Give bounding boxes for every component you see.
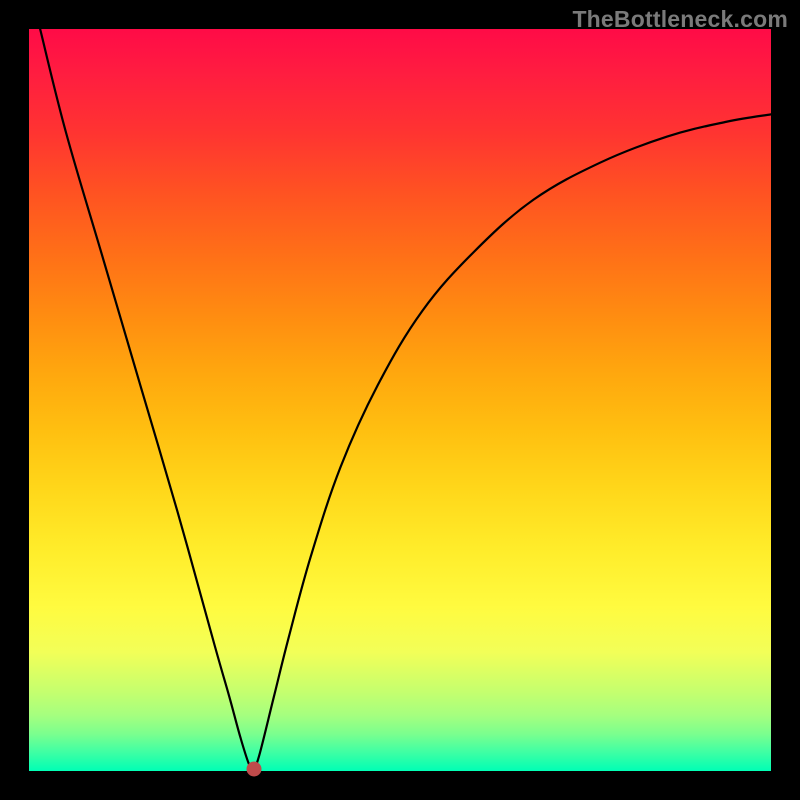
chart-frame: TheBottleneck.com: [0, 0, 800, 800]
plot-area: [29, 29, 771, 771]
curve-svg: [29, 29, 771, 771]
minimum-marker: [246, 761, 261, 776]
watermark-text: TheBottleneck.com: [572, 6, 788, 33]
bottleneck-curve-path: [40, 29, 771, 768]
